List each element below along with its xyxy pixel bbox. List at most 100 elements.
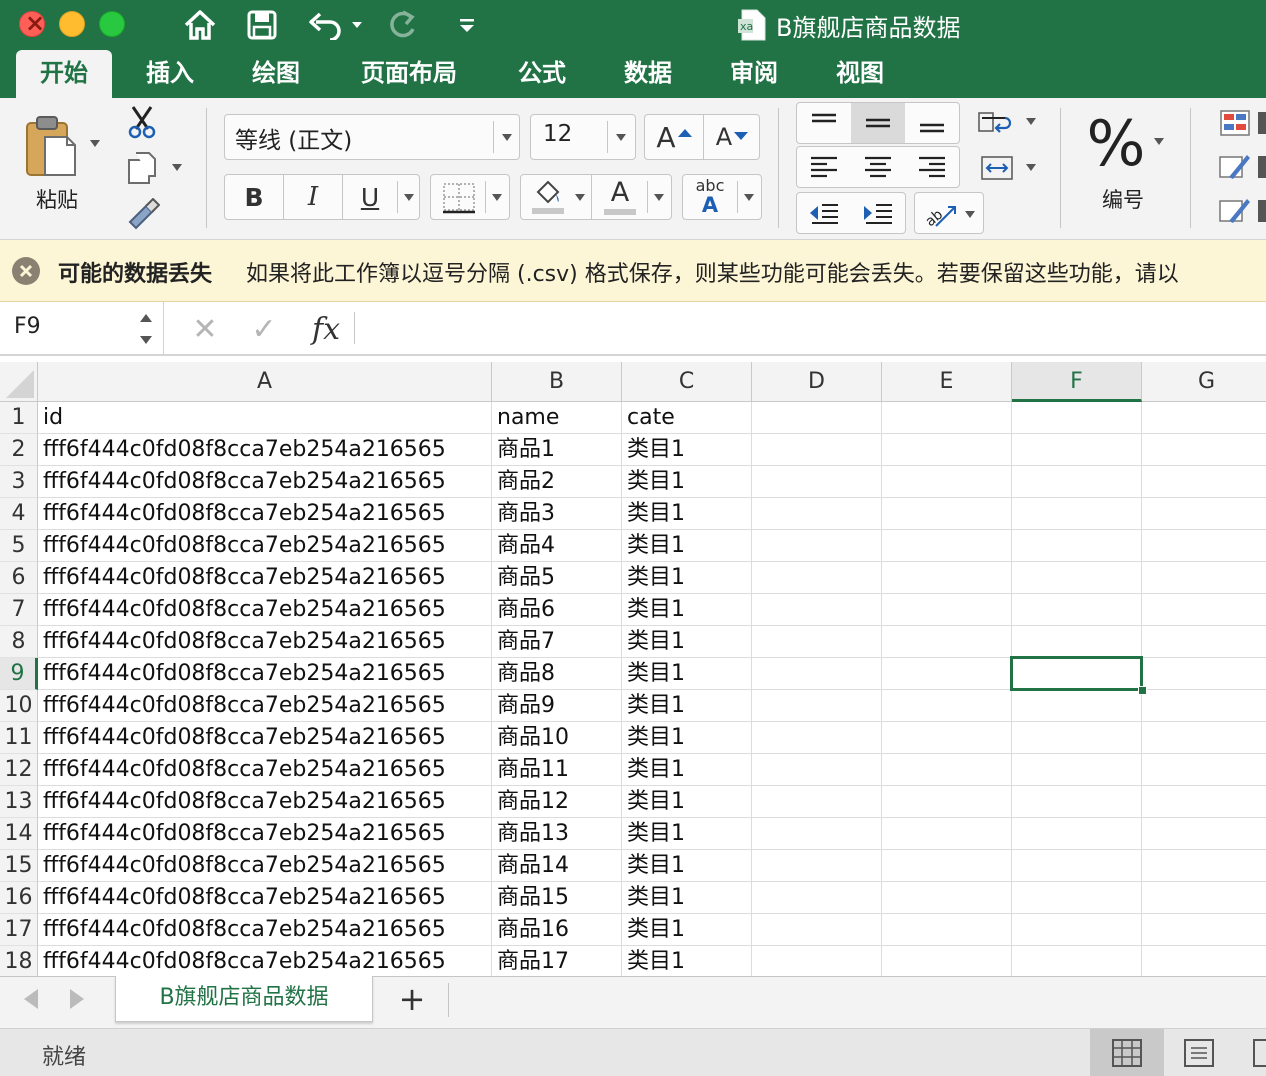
row-header[interactable]: 13 [0, 786, 38, 818]
page-layout-view-icon[interactable] [1176, 1029, 1222, 1076]
cell-f1[interactable] [1012, 402, 1142, 434]
cell-b2[interactable]: 商品1 [492, 434, 622, 466]
cell-g18[interactable] [1142, 946, 1266, 976]
number-format-dropdown-icon[interactable] [1154, 138, 1164, 145]
cell-c9[interactable]: 类目1 [622, 658, 752, 690]
cell-b9[interactable]: 商品8 [492, 658, 622, 690]
zoom-window-button[interactable] [99, 11, 125, 37]
bold-button[interactable]: B [225, 175, 283, 219]
cell-styles-icon[interactable] [1218, 194, 1252, 224]
tab-review[interactable]: 审阅 [716, 50, 792, 98]
cell-f2[interactable] [1012, 434, 1142, 466]
cell-e13[interactable] [882, 786, 1012, 818]
minimize-window-button[interactable] [59, 11, 85, 37]
tab-home[interactable]: 开始 [16, 50, 112, 98]
row-header[interactable]: 16 [0, 882, 38, 914]
merge-center-icon[interactable] [974, 150, 1020, 186]
cell-g11[interactable] [1142, 722, 1266, 754]
cell-b15[interactable]: 商品14 [492, 850, 622, 882]
cell-b13[interactable]: 商品12 [492, 786, 622, 818]
cell-f16[interactable] [1012, 882, 1142, 914]
row-header[interactable]: 9 [0, 658, 38, 690]
cell-e9[interactable] [882, 658, 1012, 690]
cell-d3[interactable] [752, 466, 882, 498]
column-header-d[interactable]: D [752, 362, 882, 402]
cell-e12[interactable] [882, 754, 1012, 786]
cell-g8[interactable] [1142, 626, 1266, 658]
cell-f3[interactable] [1012, 466, 1142, 498]
align-right-icon[interactable] [905, 147, 959, 187]
cell-g7[interactable] [1142, 594, 1266, 626]
row-header[interactable]: 1 [0, 402, 38, 434]
cell-c16[interactable]: 类目1 [622, 882, 752, 914]
cell-e16[interactable] [882, 882, 1012, 914]
cell-f17[interactable] [1012, 914, 1142, 946]
orientation-button[interactable]: ab [914, 192, 984, 234]
cell-b4[interactable]: 商品3 [492, 498, 622, 530]
align-bottom-icon[interactable] [905, 103, 959, 143]
tab-formulas[interactable]: 公式 [504, 50, 580, 98]
cell-f12[interactable] [1012, 754, 1142, 786]
cell-b11[interactable]: 商品10 [492, 722, 622, 754]
cell-e6[interactable] [882, 562, 1012, 594]
cell-d7[interactable] [752, 594, 882, 626]
row-header[interactable]: 11 [0, 722, 38, 754]
name-box[interactable]: F9 [0, 302, 164, 356]
cell-c18[interactable]: 类目1 [622, 946, 752, 976]
cell-d13[interactable] [752, 786, 882, 818]
paste-dropdown-icon[interactable] [90, 140, 100, 147]
wrap-text-icon[interactable] [974, 106, 1020, 142]
align-middle-icon[interactable] [851, 103, 905, 143]
cell-c15[interactable]: 类目1 [622, 850, 752, 882]
cell-e11[interactable] [882, 722, 1012, 754]
cell-b7[interactable]: 商品6 [492, 594, 622, 626]
cell-f4[interactable] [1012, 498, 1142, 530]
save-icon[interactable] [244, 6, 280, 44]
enter-formula-icon[interactable]: ✓ [244, 310, 284, 348]
wrap-text-dropdown-icon[interactable] [1026, 118, 1036, 125]
cell-g17[interactable] [1142, 914, 1266, 946]
cell-g9[interactable] [1142, 658, 1266, 690]
cell-e18[interactable] [882, 946, 1012, 976]
cell-b3[interactable]: 商品2 [492, 466, 622, 498]
cell-e14[interactable] [882, 818, 1012, 850]
cell-b10[interactable]: 商品9 [492, 690, 622, 722]
cell-d1[interactable] [752, 402, 882, 434]
cell-f6[interactable] [1012, 562, 1142, 594]
cell-d11[interactable] [752, 722, 882, 754]
cell-c2[interactable]: 类目1 [622, 434, 752, 466]
cell-d12[interactable] [752, 754, 882, 786]
fill-handle[interactable] [1138, 686, 1147, 695]
customize-toolbar-icon[interactable] [452, 6, 482, 44]
cell-c5[interactable]: 类目1 [622, 530, 752, 562]
cell-d18[interactable] [752, 946, 882, 976]
cell-c8[interactable]: 类目1 [622, 626, 752, 658]
add-sheet-button[interactable]: + [396, 981, 428, 1017]
cell-a2[interactable]: fff6f444c0fd08f8cca7eb254a216565 [38, 434, 492, 466]
normal-view-icon[interactable] [1090, 1029, 1164, 1076]
cell-b1[interactable]: name [492, 402, 622, 434]
cell-e4[interactable] [882, 498, 1012, 530]
name-box-stepper-icon[interactable] [138, 310, 154, 352]
cell-a16[interactable]: fff6f444c0fd08f8cca7eb254a216565 [38, 882, 492, 914]
fill-color-dropdown-icon[interactable] [575, 194, 585, 201]
underline-dropdown-icon[interactable] [404, 194, 414, 201]
cell-g5[interactable] [1142, 530, 1266, 562]
next-sheet-icon[interactable] [70, 989, 84, 1009]
cell-c11[interactable]: 类目1 [622, 722, 752, 754]
cell-d9[interactable] [752, 658, 882, 690]
cell-d14[interactable] [752, 818, 882, 850]
cell-b5[interactable]: 商品4 [492, 530, 622, 562]
cell-a14[interactable]: fff6f444c0fd08f8cca7eb254a216565 [38, 818, 492, 850]
phonetic-guide-button[interactable]: abc A [682, 174, 762, 220]
row-header[interactable]: 12 [0, 754, 38, 786]
select-all-button[interactable] [0, 362, 38, 402]
cell-b8[interactable]: 商品7 [492, 626, 622, 658]
cell-f10[interactable] [1012, 690, 1142, 722]
underline-button[interactable]: U [343, 175, 397, 219]
font-color-dropdown-icon[interactable] [654, 194, 664, 201]
merge-dropdown-icon[interactable] [1026, 164, 1036, 171]
cell-d5[interactable] [752, 530, 882, 562]
font-color-icon[interactable]: A [597, 175, 643, 219]
decrease-font-size-button[interactable]: A [704, 115, 760, 159]
